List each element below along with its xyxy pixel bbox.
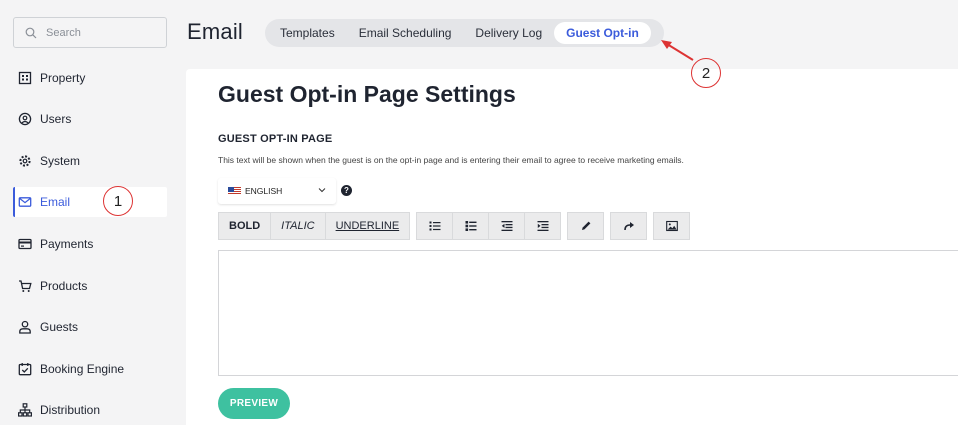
sidebar-item-distribution[interactable]: Distribution <box>13 395 167 425</box>
sidebar-item-label: Distribution <box>40 403 101 417</box>
sidebar-item-label: Property <box>40 71 86 85</box>
search-icon <box>25 27 37 38</box>
language-select[interactable]: ENGLISH <box>218 178 336 204</box>
pen-group <box>567 212 605 240</box>
sidebar-item-payments[interactable]: Payments <box>13 229 167 259</box>
chevron-down-icon <box>318 188 326 193</box>
bold-button[interactable]: BOLD <box>218 212 272 240</box>
sidebar-item-system[interactable]: System <box>13 146 167 176</box>
tab-delivery-log[interactable]: Delivery Log <box>463 22 554 44</box>
sidebar-item-guests[interactable]: Guests <box>13 312 167 342</box>
bullet-list-icon <box>429 221 441 231</box>
redo-group <box>610 212 648 240</box>
text-style-group: BOLD ITALIC UNDERLINE <box>218 212 411 240</box>
sidebar-item-label: Products <box>40 279 88 293</box>
list-group <box>416 212 562 240</box>
indent-button[interactable] <box>524 212 562 240</box>
sitemap-icon <box>18 403 32 417</box>
search-box[interactable] <box>13 17 167 48</box>
page-section-title: Email <box>187 19 244 44</box>
italic-button[interactable]: ITALIC <box>270 212 326 240</box>
pen-button[interactable] <box>567 212 605 240</box>
sidebar: Property Users System Email Payments Pro… <box>0 0 176 425</box>
calendar-check-icon <box>18 363 32 376</box>
sidebar-item-users[interactable]: Users <box>13 104 167 134</box>
help-text: This text will be shown when the guest i… <box>218 155 684 165</box>
redo-arrow-icon <box>623 222 634 231</box>
outdent-button[interactable] <box>488 212 526 240</box>
email-tabs: Templates Email Scheduling Delivery Log … <box>265 19 664 47</box>
redo-button[interactable] <box>610 212 648 240</box>
numbered-list-button[interactable] <box>452 212 490 240</box>
sidebar-item-label: System <box>40 154 81 168</box>
rich-text-editor[interactable] <box>218 250 958 376</box>
sidebar-item-label: Guests <box>40 320 79 334</box>
sidebar-item-email[interactable]: Email <box>13 187 167 217</box>
page-title: Guest Opt-in Page Settings <box>218 81 516 107</box>
tab-email-scheduling[interactable]: Email Scheduling <box>347 22 464 44</box>
language-value: ENGLISH <box>245 186 283 196</box>
pencil-icon <box>581 221 591 230</box>
main-panel: Guest Opt-in Page Settings GUEST OPT-IN … <box>186 69 958 425</box>
section-title: GUEST OPT-IN PAGE <box>218 133 333 145</box>
underline-button[interactable]: UNDERLINE <box>324 212 411 240</box>
sidebar-item-products[interactable]: Products <box>13 271 167 301</box>
gear-icon <box>19 155 31 167</box>
annotation-badge-1: 1 <box>103 186 133 216</box>
person-icon <box>19 320 31 334</box>
cart-icon <box>19 280 32 292</box>
tab-guest-opt-in[interactable]: Guest Opt-in <box>554 22 651 44</box>
question-icon[interactable]: ? <box>341 185 352 196</box>
us-flag-icon <box>228 187 241 195</box>
tab-templates[interactable]: Templates <box>268 22 347 44</box>
user-circle-icon <box>18 112 32 126</box>
annotation-arrow-icon <box>661 40 694 61</box>
numbered-list-icon <box>465 221 477 231</box>
sidebar-item-property[interactable]: Property <box>13 63 167 93</box>
sidebar-item-booking-engine[interactable]: Booking Engine <box>13 354 167 384</box>
sidebar-item-label: Email <box>40 195 71 209</box>
sidebar-item-label: Users <box>40 112 72 126</box>
search-input[interactable] <box>46 26 156 39</box>
sidebar-item-label: Payments <box>40 237 94 251</box>
preview-button[interactable]: PREVIEW <box>218 388 290 419</box>
building-icon <box>18 71 32 85</box>
outdent-icon <box>501 221 513 231</box>
insert-image-button[interactable] <box>653 212 691 240</box>
sidebar-item-label: Booking Engine <box>40 362 125 376</box>
image-icon <box>665 220 678 232</box>
indent-icon <box>537 221 549 231</box>
envelope-icon <box>18 197 32 207</box>
image-group <box>653 212 691 240</box>
card-icon <box>18 238 32 250</box>
bullet-list-button[interactable] <box>416 212 454 240</box>
editor-toolbar: BOLD ITALIC UNDERLINE <box>218 212 696 240</box>
